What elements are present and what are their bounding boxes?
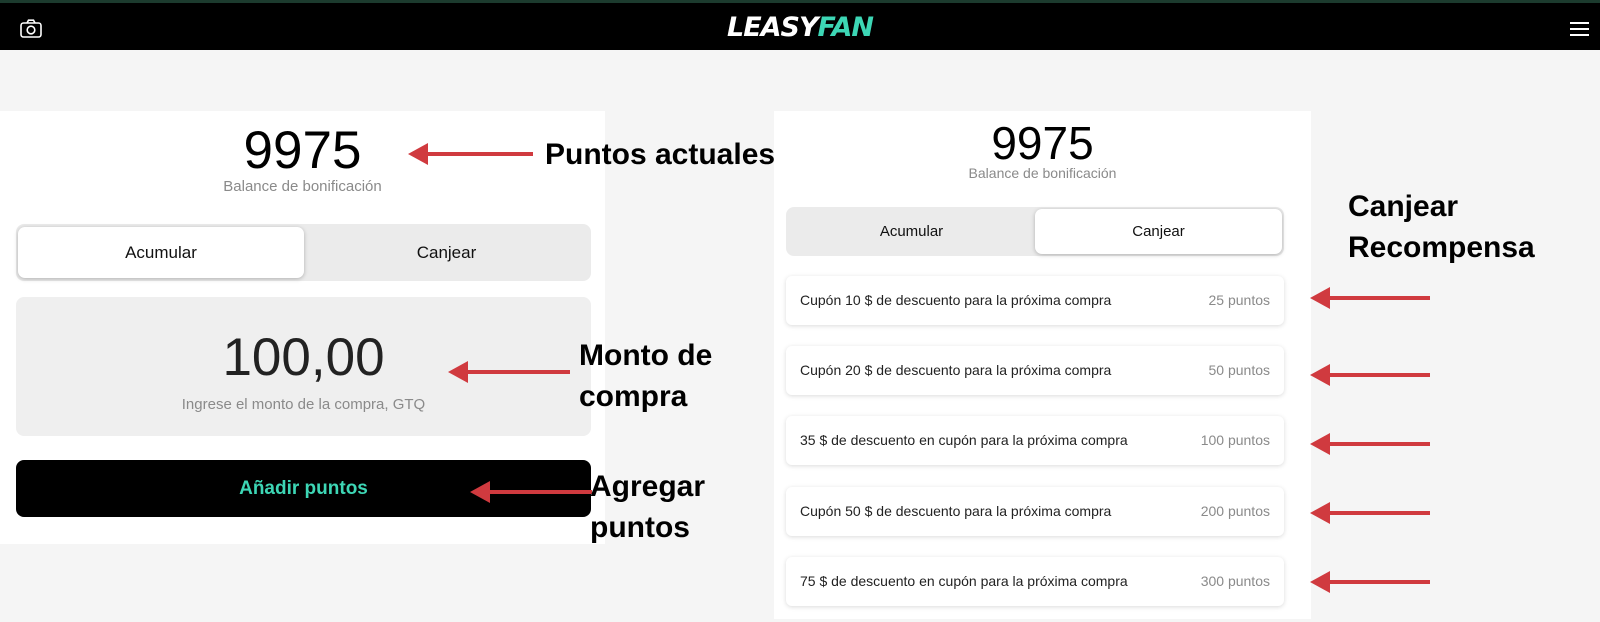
reward-arrow [1310, 571, 1430, 593]
reward-arrow [1310, 287, 1430, 309]
annotation-redeem: Canjear Recompensa [1348, 186, 1535, 268]
redeem-balance-label: Balance de bonificación [968, 165, 1117, 181]
annotation-current-points-line1: Puntos actuales [545, 138, 776, 171]
reward-points: 50 puntos [1208, 362, 1271, 378]
reward-points: 200 puntos [1200, 503, 1270, 519]
annotation-purchase-amount: Monto de compra [579, 335, 712, 417]
purchase-amount-placeholder: Ingrese el monto de la compra, GTQ [181, 396, 426, 413]
current-points-arrow [408, 143, 533, 165]
reward-item[interactable]: Cupón 20 $ de descuento para la próxima … [786, 346, 1284, 395]
reward-points: 25 puntos [1208, 292, 1271, 308]
annotation-add-points-line2: puntos [590, 511, 690, 544]
annotation-current-points: Puntos actuales [545, 134, 775, 175]
reward-item[interactable]: 35 $ de descuento en cupón para la próxi… [786, 416, 1284, 465]
redeem-tabs: Acumular Canjear [786, 207, 1284, 256]
reward-label: 75 $ de descuento en cupón para la próxi… [800, 573, 1128, 589]
tab-accumulate-2[interactable]: Acumular [788, 209, 1035, 254]
reward-points: 300 puntos [1200, 573, 1270, 589]
reward-item[interactable]: Cupón 50 $ de descuento para la próxima … [786, 487, 1284, 536]
reward-arrow [1310, 364, 1430, 386]
reward-arrow [1310, 433, 1430, 455]
annotation-purchase-amount-line1: Monto de [579, 339, 713, 372]
hamburger-menu-icon[interactable] [1570, 22, 1589, 36]
reward-label: 35 $ de descuento en cupón para la próxi… [800, 432, 1128, 448]
reward-item[interactable]: 75 $ de descuento en cupón para la próxi… [786, 557, 1284, 606]
reward-arrow [1310, 502, 1430, 524]
tab-redeem-2[interactable]: Canjear [1035, 209, 1282, 254]
logo-text-part2: FAN [817, 12, 874, 43]
add-points-arrow [470, 481, 592, 503]
reward-points: 100 puntos [1200, 432, 1270, 448]
balance-label: Balance de bonificación [223, 178, 382, 195]
logo-text-part1: LEASY [726, 12, 819, 43]
reward-item[interactable]: Cupón 10 $ de descuento para la próxima … [786, 276, 1284, 325]
top-bar: LEASYFAN [0, 0, 1600, 50]
tab-redeem[interactable]: Canjear [304, 227, 589, 278]
app-logo[interactable]: LEASYFAN [0, 12, 1600, 43]
annotation-redeem-line1: Canjear [1348, 190, 1459, 223]
accumulate-redeem-tabs: Acumular Canjear [16, 224, 591, 281]
reward-label: Cupón 50 $ de descuento para la próxima … [800, 503, 1112, 519]
tab-accumulate[interactable]: Acumular [18, 227, 304, 278]
annotation-purchase-amount-line2: compra [579, 380, 688, 413]
annotation-add-points-line1: Agregar [590, 470, 706, 503]
reward-label: Cupón 20 $ de descuento para la próxima … [800, 362, 1112, 378]
annotation-add-points: Agregar puntos [590, 466, 705, 548]
purchase-amount-arrow [448, 361, 570, 383]
redeem-points-value: 9975 [991, 117, 1094, 169]
annotation-redeem-line2: Recompensa [1348, 231, 1535, 264]
reward-label: Cupón 10 $ de descuento para la próxima … [800, 292, 1112, 308]
